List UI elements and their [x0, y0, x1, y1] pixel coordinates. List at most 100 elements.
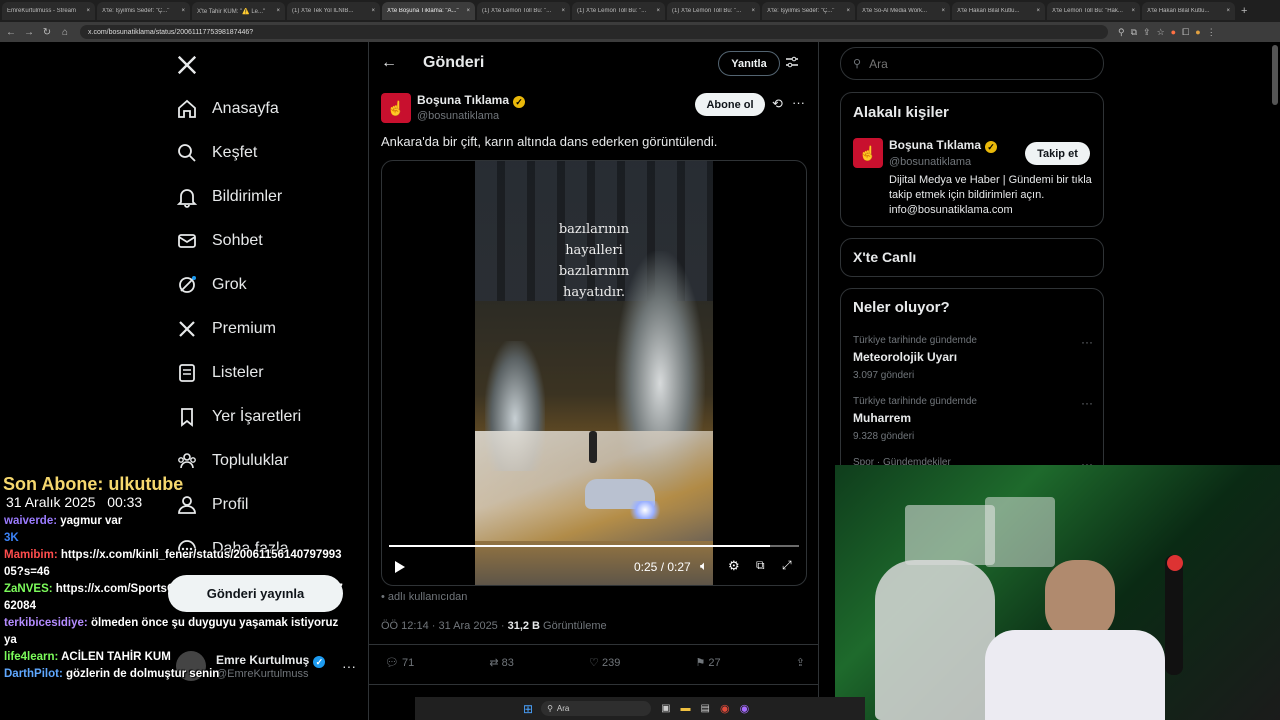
browser-tab[interactable]: X'te: İşyilmis Sedef: "Ç..." ×	[97, 2, 190, 20]
sidebar-item-anasayfa[interactable]: Anasayfa	[176, 87, 301, 131]
search-box[interactable]: ⚲	[840, 47, 1104, 80]
browser-tab[interactable]: (1) X'te Lemon Toll Bu: "... ×	[477, 2, 570, 20]
close-icon[interactable]: ×	[371, 8, 375, 14]
live-card[interactable]: X'te Canlı	[840, 238, 1104, 277]
extension-icon[interactable]: ●	[1171, 27, 1176, 38]
close-icon[interactable]: ×	[1226, 8, 1230, 14]
video-player[interactable]: bazılarının hayalleri bazılarının hayatıdır…	[381, 160, 807, 586]
browser-tab[interactable]: X'te So-Al Media Work... ×	[857, 2, 950, 20]
chrome-icon[interactable]: ◉	[720, 702, 730, 715]
browser-tab[interactable]: (1) X'te Tek Yol ILNIB... ×	[287, 2, 380, 20]
follow-button[interactable]: Takip et	[1025, 142, 1090, 165]
windows-start-icon[interactable]: ⊞	[523, 702, 533, 716]
mail-icon	[176, 230, 198, 252]
post-timestamp[interactable]: ÖÖ 12:14 · 31 Ara 2025 ·	[381, 620, 508, 632]
close-icon[interactable]: ×	[466, 8, 470, 14]
browser-tab[interactable]: X'te: İşyilmis Sedef: "Ç..." ×	[762, 2, 855, 20]
more-icon[interactable]: ···	[792, 95, 805, 110]
more-icon[interactable]: ···	[1081, 335, 1093, 349]
sidebar-item-topluluklar[interactable]: Topluluklar	[176, 439, 301, 483]
bookmark-star-icon[interactable]: ☆	[1157, 27, 1165, 38]
menu-icon[interactable]: ⋮	[1207, 27, 1216, 38]
more-icon[interactable]: ···	[342, 658, 356, 674]
browser-tab[interactable]: (1) X'te Lemon Toll Bu: "... ×	[572, 2, 665, 20]
sidebar-item-keşfet[interactable]: Keşfet	[176, 131, 301, 175]
browser-tab[interactable]: (1) X'te Lemon Toll Bu: "... ×	[667, 2, 760, 20]
person-name[interactable]: Boşuna Tıklama	[889, 138, 981, 152]
trend-count: 9.328 gönderi	[853, 431, 915, 442]
taskbar-search[interactable]: ⚲ Ara	[541, 701, 652, 716]
browser-tab[interactable]: X'te Tahir KUM: "⚠️ Le..." ×	[192, 2, 285, 20]
forward-icon[interactable]: →	[22, 27, 36, 38]
person-avatar[interactable]: ☝	[853, 138, 883, 168]
bookmark-count: 27	[708, 657, 721, 669]
browser-tab-title: X'te Tahir KUM: "⚠️ Le..."	[197, 8, 266, 15]
x-logo-icon[interactable]	[176, 54, 198, 81]
bookmark-action[interactable]: ⚑ 27	[695, 656, 720, 669]
task-view-icon[interactable]: ▣	[661, 703, 670, 714]
close-icon[interactable]: ×	[656, 8, 660, 14]
app-icon[interactable]: ▤	[701, 703, 710, 714]
sidebar-item-yer-i-şaretleri[interactable]: Yer İşaretleri	[176, 395, 301, 439]
grok-icon[interactable]: ⟲	[772, 96, 783, 112]
reply-button[interactable]: Yanıtla	[718, 51, 780, 76]
close-icon[interactable]: ×	[846, 8, 850, 14]
back-icon[interactable]: ←	[4, 27, 18, 38]
volume-icon[interactable]: 🔈︎	[700, 558, 708, 574]
filter-icon[interactable]	[785, 55, 799, 74]
relevant-title: Alakalı kişiler	[853, 104, 949, 121]
sidebar-item-sohbet[interactable]: Sohbet	[176, 219, 301, 263]
video-progress-track[interactable]	[389, 545, 799, 547]
play-icon[interactable]	[394, 560, 406, 579]
sidebar-item-grok[interactable]: Grok	[176, 263, 301, 307]
close-icon[interactable]: ×	[1036, 8, 1040, 14]
author-handle[interactable]: @bosunatiklama	[417, 110, 525, 122]
share-icon[interactable]: ⇪	[796, 656, 805, 669]
page-scrollbar[interactable]	[1272, 45, 1278, 105]
trend-item[interactable]: Türkiye tarihinde gündemde Muharrem 9.328 …	[853, 396, 1093, 457]
search-input[interactable]	[867, 55, 1072, 72]
sidebar-item-bildirimler[interactable]: Bildirimler	[176, 175, 301, 219]
subscribe-button[interactable]: Abone ol	[695, 93, 765, 116]
author-avatar[interactable]: ☝	[381, 93, 411, 123]
repost-action[interactable]: ⇄ 83	[489, 656, 514, 669]
more-icon[interactable]: ···	[1081, 396, 1093, 410]
browser-tab[interactable]: X'te Hakan Bilal Kutlu... ×	[952, 2, 1045, 20]
picture-in-picture-icon[interactable]: ⧉	[756, 558, 765, 573]
browser-tab[interactable]: EmreKurtulmuss - Stream ×	[2, 2, 95, 20]
address-bar[interactable]: x.com/bosunatiklama/status/2006111775398…	[80, 25, 1108, 39]
gaming-chair	[875, 560, 995, 720]
reload-icon[interactable]: ↻	[40, 27, 54, 38]
home-icon[interactable]: ⌂	[58, 27, 72, 38]
close-icon[interactable]: ×	[86, 8, 90, 14]
like-action[interactable]: ♡ 239	[589, 656, 620, 669]
post-button[interactable]: Gönderi yayınla	[168, 575, 343, 612]
file-explorer-icon[interactable]: ▬	[681, 703, 691, 714]
reply-action[interactable]: 💬︎ 71	[385, 656, 414, 669]
close-icon[interactable]: ×	[1131, 8, 1135, 14]
author-name[interactable]: Boşuna Tıklama	[417, 93, 509, 107]
close-icon[interactable]: ×	[941, 8, 945, 14]
fullscreen-icon[interactable]: ⤢	[782, 558, 792, 573]
close-icon[interactable]: ×	[561, 8, 565, 14]
sidebar-item-listeler[interactable]: Listeler	[176, 351, 301, 395]
browser-tab[interactable]: X'te Lemon Toll Bu: "Hak... ×	[1047, 2, 1140, 20]
extensions-puzzle-icon[interactable]: ⧠	[1182, 27, 1189, 38]
close-icon[interactable]: ×	[276, 8, 280, 14]
app-icon[interactable]: ◉	[740, 702, 750, 715]
close-icon[interactable]: ×	[181, 8, 185, 14]
sidebar-item-premium[interactable]: Premium	[176, 307, 301, 351]
profile-avatar-icon[interactable]: ●	[1195, 27, 1200, 38]
browser-tab[interactable]: X'te Hakan Bilal Kutlu... ×	[1142, 2, 1235, 20]
new-tab-icon[interactable]: +	[1241, 5, 1247, 17]
browser-tab[interactable]: X'te Boşuna Tıklama: "A..." ×	[382, 2, 475, 20]
trend-item[interactable]: Türkiye tarihinde gündemde Meteorolojik U…	[853, 335, 1093, 396]
person-handle[interactable]: @bosunatiklama	[889, 156, 997, 168]
close-icon[interactable]: ×	[751, 8, 755, 14]
zoom-icon[interactable]: ⚲	[1118, 27, 1125, 38]
back-arrow-icon[interactable]: ←	[381, 54, 397, 72]
chat-user: terkibicesidiye:	[4, 617, 88, 629]
settings-icon[interactable]: ⚙	[728, 558, 740, 574]
install-icon[interactable]: ⧉	[1131, 27, 1137, 38]
share-icon[interactable]: ⇪	[1143, 27, 1151, 38]
